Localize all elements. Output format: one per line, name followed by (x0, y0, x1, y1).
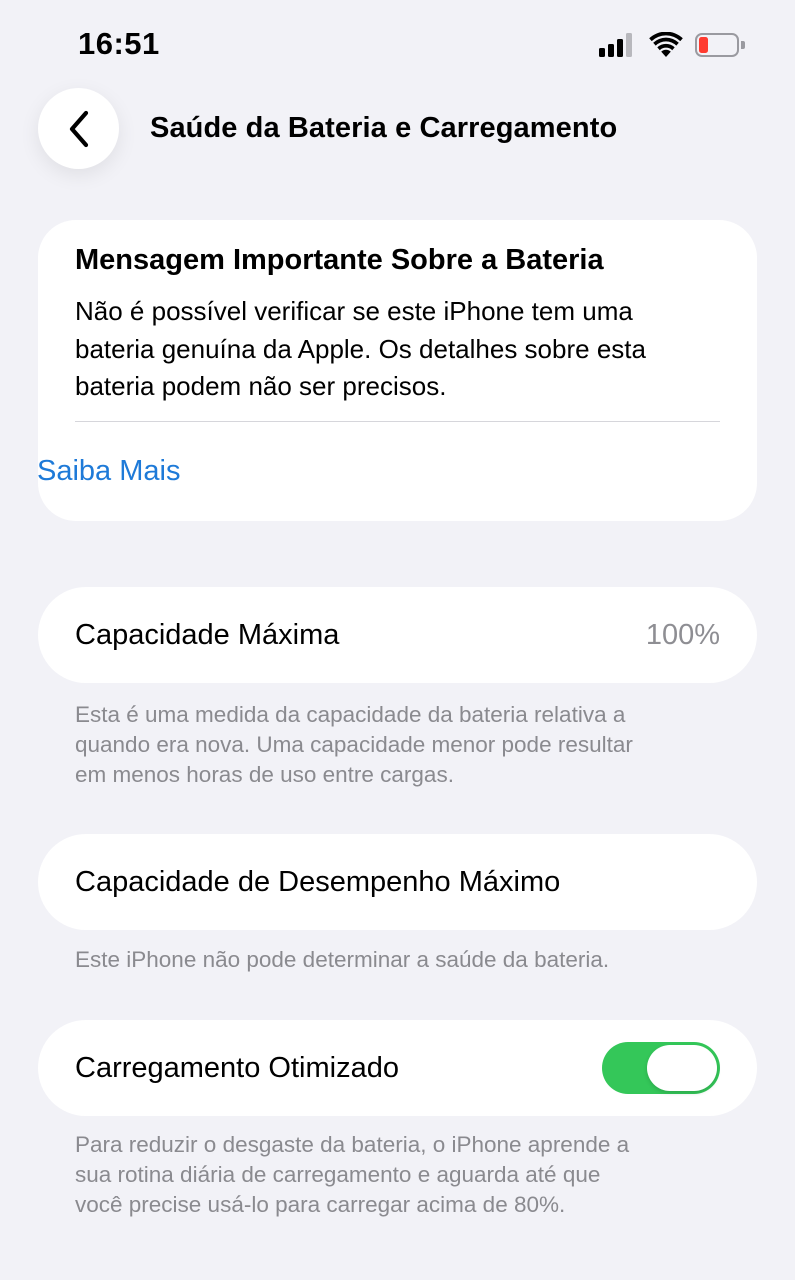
footnote-line: quando era nova. Uma capacidade menor po… (75, 732, 633, 757)
chevron-left-icon (69, 110, 88, 147)
message-title: Mensagem Importante Sobre a Bateria (75, 244, 604, 276)
peak-performance-label: Capacidade de Desempenho Máximo (75, 865, 561, 898)
status-icons (599, 30, 745, 60)
peak-performance-row: Capacidade de Desempenho Máximo (38, 834, 757, 930)
message-body: Não é possível verificar se este iPhone … (75, 293, 725, 406)
status-time: 16:51 (78, 26, 160, 61)
footnote-line: sua rotina diária de carregamento e agua… (75, 1162, 601, 1187)
toggle-knob (647, 1045, 717, 1091)
footnote-line: Para reduzir o desgaste da bateria, o iP… (75, 1132, 630, 1157)
status-bar: 16:51 (0, 0, 795, 90)
battery-low-icon (695, 33, 745, 57)
back-button[interactable] (38, 88, 119, 169)
max-capacity-footnote: Esta é uma medida da capacidade da bater… (75, 700, 725, 790)
optimized-charging-row: Carregamento Otimizado (38, 1020, 757, 1116)
optimized-charging-footnote: Para reduzir o desgaste da bateria, o iP… (75, 1130, 725, 1220)
max-capacity-value: 100% (645, 618, 720, 651)
learn-more-link[interactable]: Saiba Mais (37, 455, 180, 488)
max-capacity-label: Capacidade Máxima (75, 618, 340, 651)
footnote-line: Esta é uma medida da capacidade da bater… (75, 702, 626, 727)
divider (75, 421, 720, 422)
message-line: bateria genuína da Apple. Os detalhes so… (75, 333, 646, 364)
optimized-charging-toggle[interactable] (602, 1042, 720, 1094)
max-capacity-row: Capacidade Máxima 100% (38, 587, 757, 683)
peak-performance-footnote: Este iPhone não pode determinar a saúde … (75, 947, 610, 972)
message-line: Não é possível verificar se este iPhone … (75, 296, 633, 326)
optimized-charging-label: Carregamento Otimizado (75, 1051, 399, 1084)
footnote-line: você precise usá-lo para carregar acima … (75, 1192, 566, 1217)
message-line: bateria podem não ser precisos. (75, 371, 447, 401)
footnote-line: em menos horas de uso entre cargas. (75, 762, 454, 787)
cellular-signal-icon (599, 33, 637, 57)
wifi-icon (649, 32, 683, 57)
page-title: Saúde da Bateria e Carregamento (150, 112, 618, 144)
